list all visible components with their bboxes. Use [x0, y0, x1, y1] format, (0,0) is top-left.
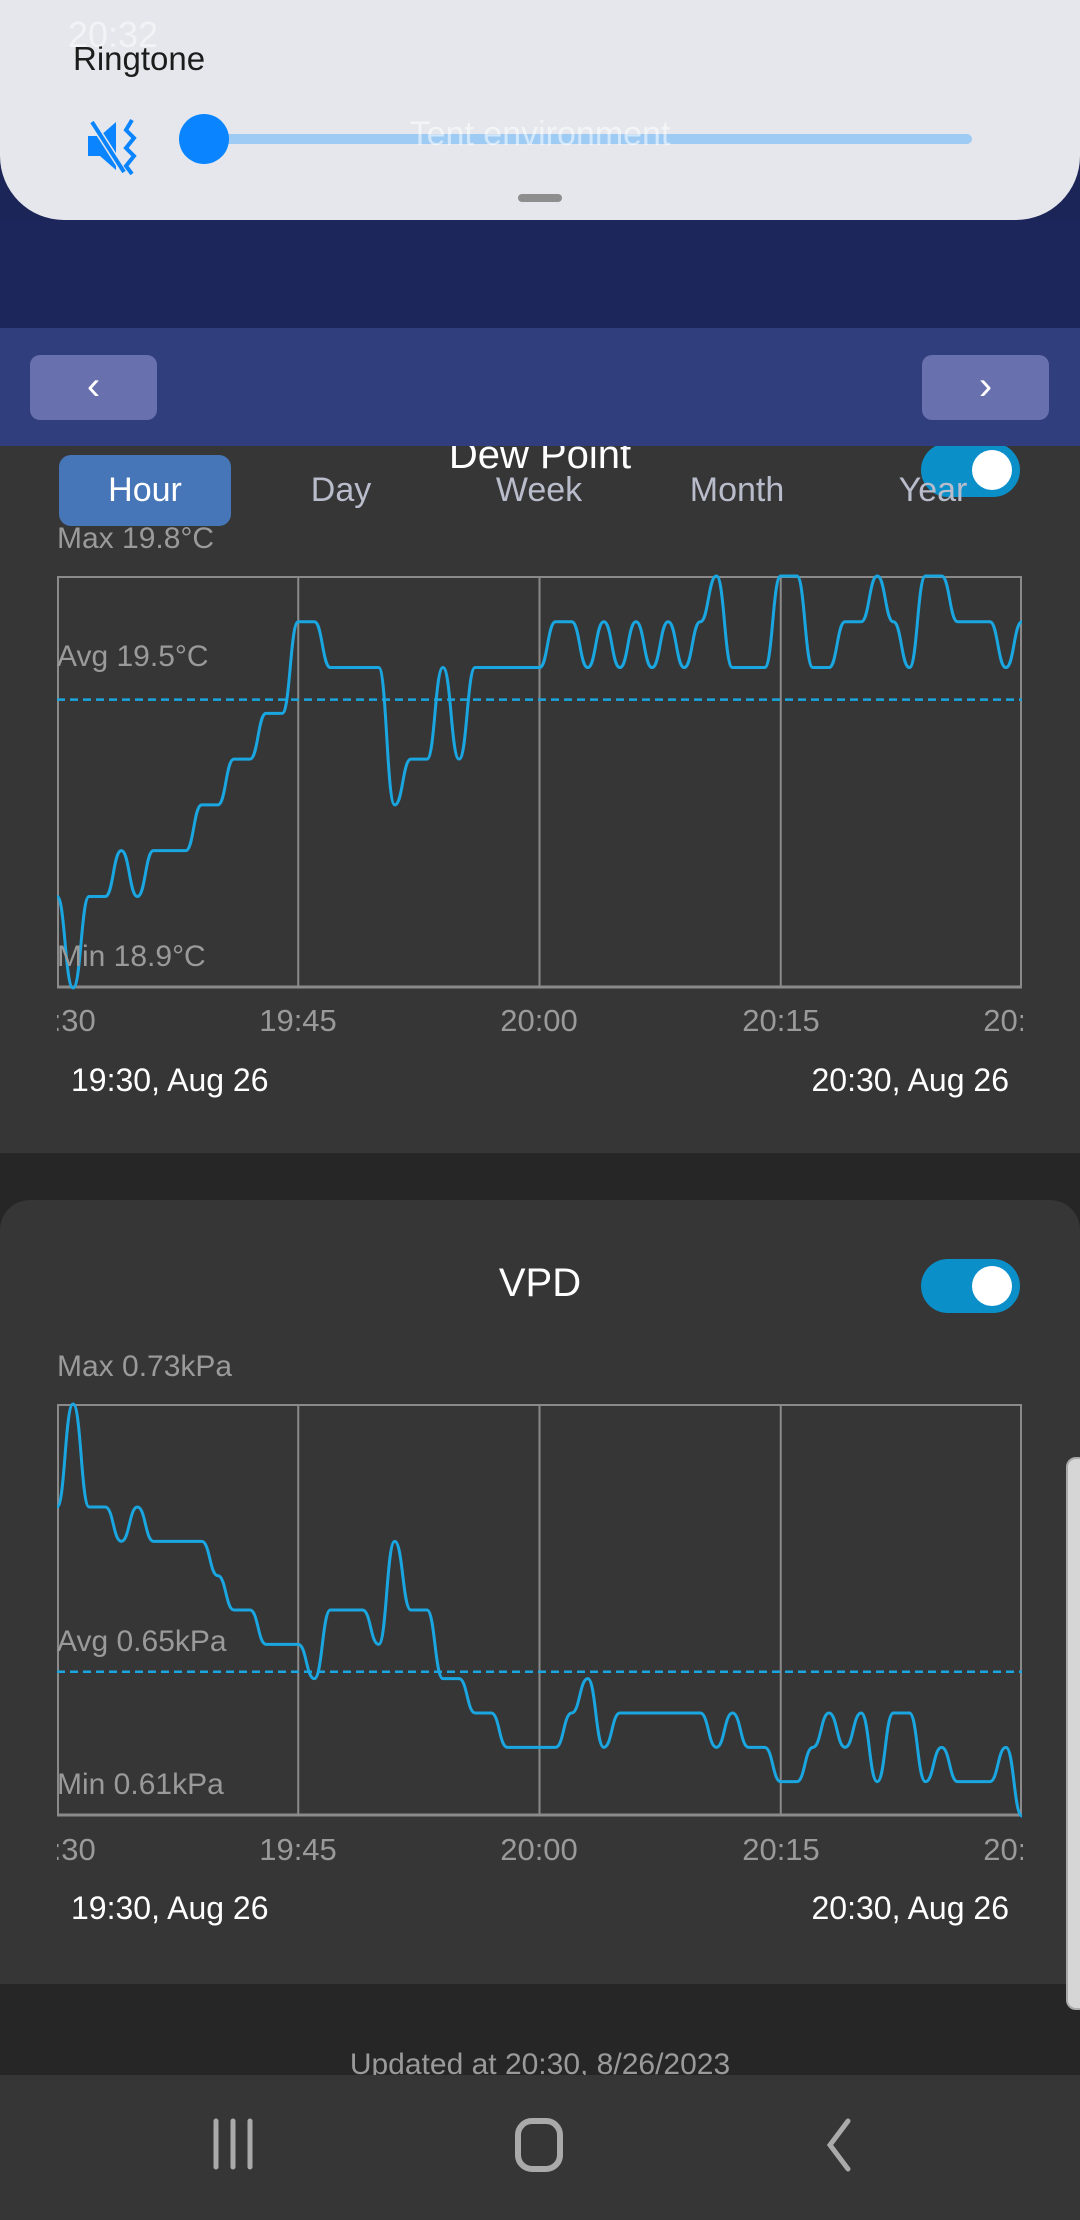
x-tick: 19:45 [259, 1003, 337, 1038]
home-icon[interactable] [510, 2115, 570, 2175]
tab-year[interactable]: Year [853, 455, 1013, 526]
volume-panel: Ringtone [0, 0, 1080, 220]
app-title: Tent environment [409, 115, 671, 153]
tab-day[interactable]: Day [261, 455, 421, 526]
x-tick: 20:15 [742, 1832, 820, 1867]
vpd-toggle[interactable] [921, 1259, 1020, 1313]
period-navigation [0, 328, 1080, 446]
dew-point-chart [55, 574, 1023, 990]
period-tabs: Hour Day Week Month Year [0, 220, 1080, 526]
x-tick: 20:30 [983, 1832, 1023, 1867]
min-label: Min 18.9°C [57, 940, 206, 973]
max-label: Max 19.8°C [57, 522, 215, 555]
range-start: 19:30, Aug 26 [71, 1890, 269, 1926]
avg-label: Avg 19.5°C [57, 640, 209, 673]
recents-icon[interactable] [210, 2115, 260, 2175]
tab-hour[interactable]: Hour [59, 455, 231, 526]
back-icon[interactable] [820, 2115, 860, 2175]
next-period-button[interactable]: › [922, 355, 1049, 420]
system-navigation-bar [0, 2075, 1080, 2220]
x-tick: 20:00 [500, 1832, 578, 1867]
previous-period-button[interactable]: ‹ [30, 355, 157, 420]
avg-label: Avg 0.65kPa [57, 1625, 227, 1658]
scrollbar[interactable] [1066, 1457, 1080, 2010]
chevron-right-icon: › [978, 364, 993, 408]
x-tick: 20:30 [983, 1003, 1023, 1038]
x-tick: 20:15 [742, 1003, 820, 1038]
status-time: 20:32 [68, 14, 159, 55]
vpd-chart [55, 1402, 1024, 1818]
vpd-card: VPD Max 0.73kPa Avg 0.65kPa Min 0.61kPa … [0, 1200, 1080, 1984]
range-end: 20:30, Aug 26 [811, 1062, 1009, 1098]
x-axis-ticks: 19:30 19:45 20:00 20:15 20:30 [57, 1832, 1023, 1876]
x-tick: 19:45 [259, 1832, 337, 1867]
tab-month[interactable]: Month [657, 455, 817, 526]
x-axis-ticks: 19:30 19:45 20:00 20:15 20:30 [57, 1003, 1023, 1047]
min-label: Min 0.61kPa [57, 1768, 224, 1801]
range-start: 19:30, Aug 26 [71, 1062, 269, 1098]
card-title: VPD [498, 1261, 582, 1305]
toggle-knob [972, 1266, 1012, 1306]
tab-week[interactable]: Week [459, 455, 619, 526]
chevron-left-icon: ‹ [86, 364, 101, 408]
panel-drag-handle[interactable] [518, 194, 562, 202]
max-label: Max 0.73kPa [57, 1350, 233, 1383]
x-tick: 19:30 [57, 1832, 96, 1867]
x-tick: 19:30 [57, 1003, 96, 1038]
range-end: 20:30, Aug 26 [811, 1890, 1009, 1926]
x-tick: 20:00 [500, 1003, 578, 1038]
